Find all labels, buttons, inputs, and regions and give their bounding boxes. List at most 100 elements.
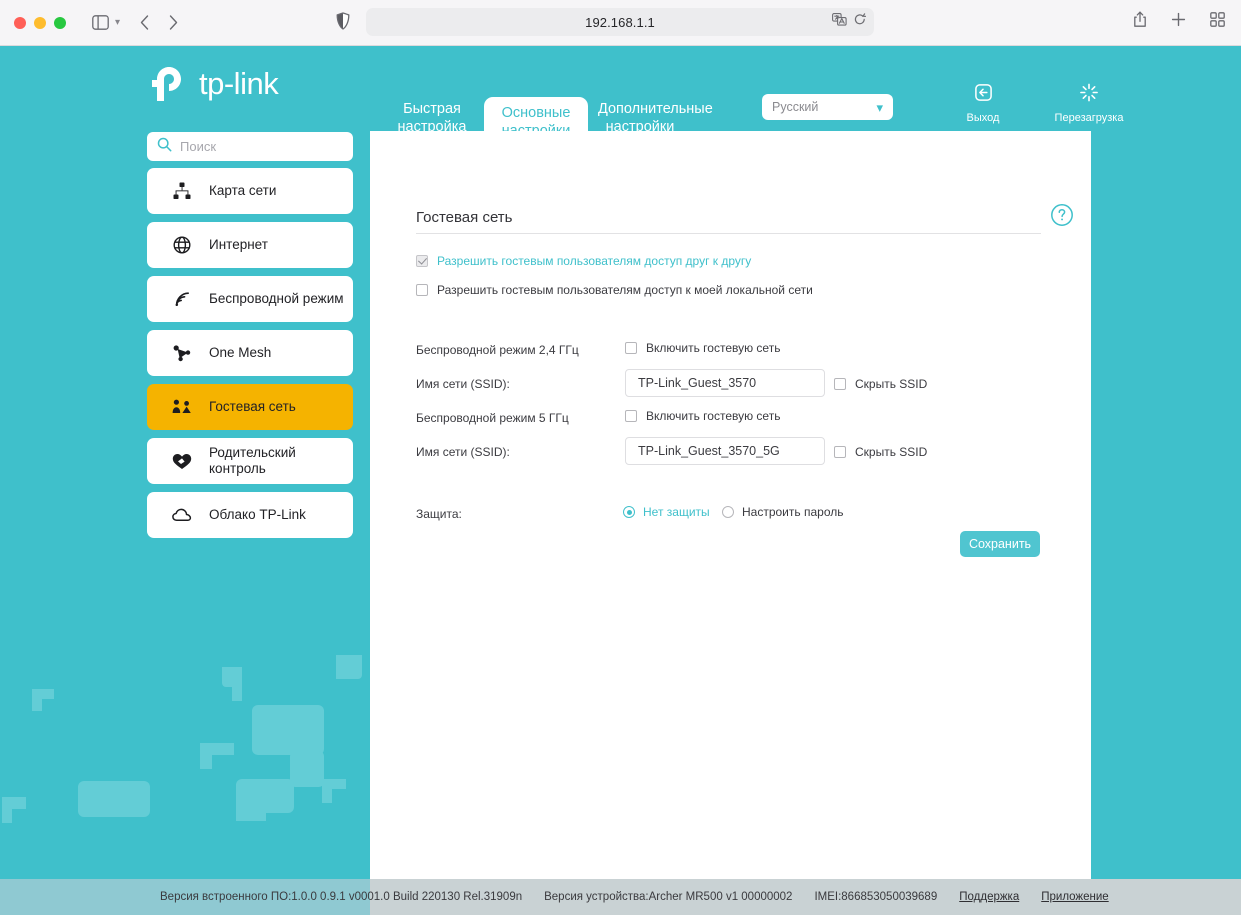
chevron-down-icon: ▾ xyxy=(876,99,883,115)
ssid-input-24[interactable]: TP-Link_Guest_3570 xyxy=(625,369,825,397)
tp-link-logo-text: tp-link xyxy=(199,66,279,101)
network-map-icon xyxy=(171,182,193,200)
sidebar-item-label: Облако TP-Link xyxy=(209,507,306,522)
hide-ssid-24-label: Скрыть SSID xyxy=(855,377,928,391)
security-label: Защита: xyxy=(416,507,462,521)
allow-guests-access-lan-row[interactable]: Разрешить гостевым пользователям доступ … xyxy=(416,283,813,297)
device-version: Версия устройства:Archer MR500 v1 000000… xyxy=(544,891,793,903)
tp-link-logo-icon xyxy=(152,67,181,101)
heart-icon xyxy=(171,453,193,470)
enable-guest-network-24-label: Включить гостевую сеть xyxy=(646,341,781,355)
minimize-window-button[interactable] xyxy=(34,16,46,29)
mesh-icon xyxy=(171,344,193,362)
tp-link-logo: tp-link xyxy=(148,63,279,105)
security-password-label: Настроить пароль xyxy=(742,505,844,519)
search-input[interactable]: Поиск xyxy=(147,132,353,161)
back-arrow-icon[interactable] xyxy=(140,15,149,30)
enable-guest-network-5-checkbox[interactable] xyxy=(625,410,637,422)
reboot-icon xyxy=(1079,83,1099,107)
sidebar-item-wireless[interactable]: Беспроводной режим xyxy=(147,276,353,322)
allow-guests-access-lan-checkbox[interactable] xyxy=(416,284,428,296)
enable-guest-network-24-checkbox[interactable] xyxy=(625,342,637,354)
privacy-shield-icon[interactable] xyxy=(336,12,350,30)
hide-ssid-24-row[interactable]: Скрыть SSID xyxy=(834,377,927,391)
ssid-input-5[interactable]: TP-Link_Guest_3570_5G xyxy=(625,437,825,465)
ssid-label-5: Имя сети (SSID): xyxy=(416,445,510,459)
forward-arrow-icon[interactable] xyxy=(169,15,178,30)
screenshot-root: ▾ 192.168.1.1 tp-link Быстрая настройка … xyxy=(0,0,1241,915)
maximize-window-button[interactable] xyxy=(54,16,66,29)
router-admin-page: tp-link Быстрая настройка Основные настр… xyxy=(0,46,1241,915)
enable-guest-network-24-row[interactable]: Включить гостевую сеть xyxy=(625,341,780,355)
save-button[interactable]: Сохранить xyxy=(960,531,1040,557)
sidebar-item-guest-network[interactable]: Гостевая сеть xyxy=(147,384,353,430)
sidebar-item-label: Беспроводной режим xyxy=(209,291,344,306)
search-placeholder: Поиск xyxy=(180,139,217,154)
sidebar-item-tp-link-cloud[interactable]: Облако TP-Link xyxy=(147,492,353,538)
header-actions: Выход Перезагрузка xyxy=(948,83,1124,124)
page-title: Гостевая сеть xyxy=(416,209,513,226)
logout-button[interactable]: Выход xyxy=(948,83,1018,124)
address-bar[interactable]: 192.168.1.1 xyxy=(366,8,874,36)
language-select-value: Русский xyxy=(772,100,819,114)
sidebar-item-label: Родительский контроль xyxy=(209,445,296,476)
language-select[interactable]: Русский ▾ xyxy=(762,94,893,120)
url-text: 192.168.1.1 xyxy=(585,14,655,30)
sidebar-item-network-map[interactable]: Карта сети xyxy=(147,168,353,214)
translate-icon[interactable] xyxy=(832,13,847,31)
guests-icon xyxy=(171,399,193,415)
cloud-icon xyxy=(171,508,193,522)
sidebar-item-parental-control[interactable]: Родительский контроль xyxy=(147,438,353,484)
sidebar-item-one-mesh[interactable]: One Mesh xyxy=(147,330,353,376)
search-icon xyxy=(157,137,172,157)
help-circle-icon[interactable] xyxy=(1050,203,1074,232)
share-icon[interactable] xyxy=(1133,11,1147,28)
sidebar-item-label: Гостевая сеть xyxy=(209,399,296,414)
reload-icon[interactable] xyxy=(854,13,866,31)
sidebar-menu: Карта сети Интернет Беспроводной режим O… xyxy=(147,168,353,546)
window-traffic-lights xyxy=(14,16,66,29)
sidebar-item-internet[interactable]: Интернет xyxy=(147,222,353,268)
ssid-label-24: Имя сети (SSID): xyxy=(416,377,510,391)
hide-ssid-5-row[interactable]: Скрыть SSID xyxy=(834,445,927,459)
tab-grid-icon[interactable] xyxy=(1210,12,1225,27)
security-option-password[interactable]: Настроить пароль xyxy=(722,505,843,519)
imei-value: IMEI:866853050039689 xyxy=(814,891,938,903)
firmware-version: Версия встроенного ПО:1.0.0 0.9.1 v0001.… xyxy=(160,891,523,903)
browser-toolbar: ▾ 192.168.1.1 xyxy=(0,0,1241,46)
band-label-24: Беспроводной режим 2,4 ГГц xyxy=(416,343,579,357)
allow-guests-see-each-other-checkbox[interactable] xyxy=(416,255,428,267)
allow-guests-see-each-other-row[interactable]: Разрешить гостевым пользователям доступ … xyxy=(416,254,751,268)
security-password-radio[interactable] xyxy=(722,506,734,518)
content-panel: Гостевая сеть Разрешить гостевым пользов… xyxy=(370,131,1091,915)
band-label-5: Беспроводной режим 5 ГГц xyxy=(416,411,569,425)
address-bar-actions xyxy=(832,13,866,31)
title-divider xyxy=(416,233,1041,234)
wifi-icon xyxy=(171,290,193,308)
background-pattern xyxy=(2,655,362,823)
hide-ssid-5-checkbox[interactable] xyxy=(834,446,846,458)
page-footer: Версия встроенного ПО:1.0.0 0.9.1 v0001.… xyxy=(0,879,1241,915)
sidebar-item-label: Карта сети xyxy=(209,183,277,198)
hide-ssid-5-label: Скрыть SSID xyxy=(855,445,928,459)
hide-ssid-24-checkbox[interactable] xyxy=(834,378,846,390)
sidebar-item-label: One Mesh xyxy=(209,345,272,360)
enable-guest-network-5-label: Включить гостевую сеть xyxy=(646,409,781,423)
close-window-button[interactable] xyxy=(14,16,26,29)
security-option-none[interactable]: Нет защиты xyxy=(623,505,710,519)
allow-guests-see-each-other-label: Разрешить гостевым пользователям доступ … xyxy=(437,254,752,268)
support-link[interactable]: Поддержка xyxy=(959,891,1019,903)
plus-icon[interactable] xyxy=(1171,12,1186,27)
browser-right-actions xyxy=(1133,11,1225,28)
sidebar-toggle-icon[interactable] xyxy=(92,15,109,30)
security-none-label: Нет защиты xyxy=(643,505,710,519)
reboot-button[interactable]: Перезагрузка xyxy=(1054,83,1124,124)
logout-icon xyxy=(974,83,993,107)
app-link[interactable]: Приложение xyxy=(1041,891,1108,903)
security-none-radio[interactable] xyxy=(623,506,635,518)
sidebar-item-label: Интернет xyxy=(209,237,268,252)
allow-guests-access-lan-label: Разрешить гостевым пользователям доступ … xyxy=(437,283,813,297)
reboot-label: Перезагрузка xyxy=(1054,112,1124,124)
sidebar-dropdown-icon[interactable]: ▾ xyxy=(115,17,120,28)
enable-guest-network-5-row[interactable]: Включить гостевую сеть xyxy=(625,409,780,423)
